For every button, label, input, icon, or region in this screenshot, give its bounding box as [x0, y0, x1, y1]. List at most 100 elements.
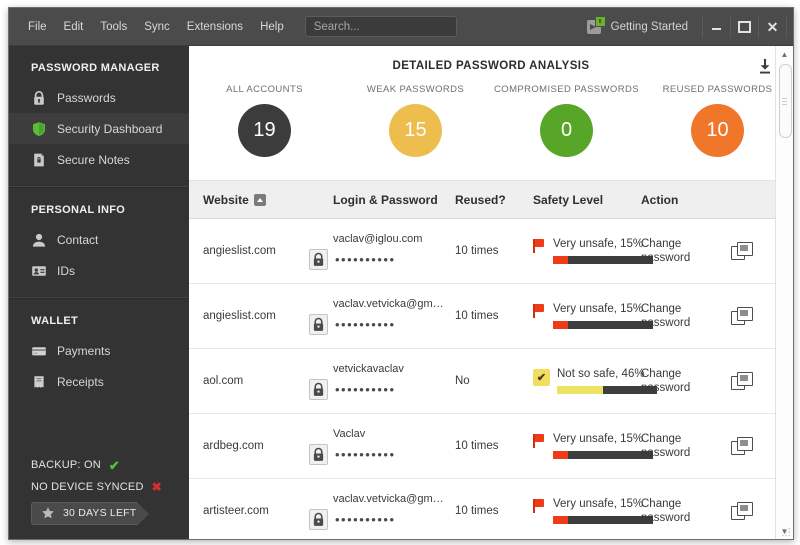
- close-button[interactable]: ✕: [758, 15, 787, 38]
- website-name: angieslist.com: [203, 310, 276, 322]
- cell-login-password: Vaclav ••••••••••: [309, 428, 455, 465]
- lock-icon[interactable]: [309, 508, 328, 530]
- minimize-button[interactable]: [702, 15, 730, 38]
- login-username: vaclav@iglou.com: [333, 232, 423, 245]
- cell-open: [731, 307, 776, 325]
- cell-open: [731, 372, 776, 390]
- cell-login-password: vaclav.vetvicka@gma... ••••••••••: [309, 493, 455, 530]
- scrollbar-thumb[interactable]: [779, 64, 792, 138]
- column-header-safety-level[interactable]: Safety Level: [533, 193, 641, 207]
- stat-caption: ALL ACCOUNTS: [226, 84, 303, 95]
- red-flag-icon: [533, 239, 546, 253]
- getting-started-button[interactable]: Getting Started: [586, 16, 688, 35]
- cell-reused: 10 times: [455, 310, 533, 322]
- menu-item-edit[interactable]: Edit: [57, 17, 91, 37]
- maximize-button[interactable]: [730, 15, 758, 38]
- cell-safety-level: Very unsafe, 15%: [533, 498, 653, 524]
- open-in-window-icon[interactable]: [731, 307, 753, 325]
- sidebar-item-contact[interactable]: Contact: [9, 224, 189, 255]
- cell-reused: 10 times: [455, 440, 533, 452]
- red-flag-icon: [533, 499, 546, 513]
- menu-item-extensions[interactable]: Extensions: [180, 17, 250, 37]
- cell-reused: 10 times: [455, 245, 533, 257]
- sidebar-item-label: Security Dashboard: [57, 121, 163, 136]
- sidebar: PASSWORD MANAGER Passwords Security Dash…: [9, 46, 189, 539]
- table-row[interactable]: angieslist.com vaclav@iglou.com ••••••••••…: [189, 219, 776, 284]
- menu-bar: File Edit Tools Sync Extensions Help: [21, 17, 291, 37]
- open-in-window-icon[interactable]: [731, 242, 753, 260]
- table-row[interactable]: artisteer.com vaclav.vetvicka@gma... •••••…: [189, 479, 776, 539]
- sidebar-item-security-dashboard[interactable]: Security Dashboard: [9, 113, 189, 144]
- page-title: DETAILED PASSWORD ANALYSIS: [392, 60, 590, 72]
- column-header-action[interactable]: Action: [641, 193, 731, 207]
- lock-icon[interactable]: [309, 443, 328, 465]
- resize-grip[interactable]: [782, 528, 791, 537]
- sidebar-item-payments[interactable]: Payments: [9, 335, 189, 366]
- id-card-icon: [32, 265, 46, 276]
- menu-item-sync[interactable]: Sync: [137, 17, 177, 37]
- yellow-check-icon: ✔: [533, 369, 550, 386]
- backup-on-icon: ✔: [108, 457, 120, 473]
- menu-item-help[interactable]: Help: [253, 17, 291, 37]
- menu-item-file[interactable]: File: [21, 17, 54, 37]
- stat-caption: COMPROMISED PASSWORDS: [494, 84, 639, 95]
- table-body: angieslist.com vaclav@iglou.com ••••••••••…: [189, 219, 793, 539]
- sidebar-footer: BACKUP: ON ✔ NO DEVICE SYNCED ✖ 30 DAYS …: [9, 459, 189, 540]
- trial-days-badge[interactable]: 30 DAYS LEFT: [31, 501, 149, 526]
- column-header-reused[interactable]: Reused?: [455, 193, 533, 207]
- lock-icon[interactable]: [309, 248, 328, 270]
- website-name: angieslist.com: [203, 245, 276, 257]
- safety-meter: Very unsafe, 15%: [553, 238, 653, 264]
- table-scrollbar[interactable]: ▲ ▼: [775, 46, 793, 539]
- sidebar-heading-password-manager: PASSWORD MANAGER: [31, 62, 160, 74]
- change-password-link[interactable]: Change password: [641, 303, 690, 329]
- change-password-link[interactable]: Change password: [641, 498, 690, 524]
- column-header-login-password[interactable]: Login & Password: [333, 193, 455, 207]
- safety-bar-fill: [553, 516, 568, 524]
- table-row[interactable]: ardbeg.com Vaclav •••••••••• 10 times Very u…: [189, 414, 776, 479]
- login-username: vaclav.vetvicka@gma...: [333, 297, 445, 310]
- safety-meter: Very unsafe, 15%: [553, 433, 653, 459]
- red-flag-icon: [533, 434, 546, 448]
- website-name: ardbeg.com: [203, 440, 264, 452]
- sidebar-item-secure-notes[interactable]: Secure Notes: [9, 144, 189, 175]
- reused-value: 10 times: [455, 440, 499, 452]
- titlebar-right: Getting Started ✕: [586, 8, 793, 45]
- cell-login-password: vetvickavaclav ••••••••••: [309, 363, 455, 400]
- trial-days-label: 30 DAYS LEFT: [63, 507, 137, 519]
- stat-weak-passwords: WEAK PASSWORDS 15: [340, 84, 491, 157]
- sidebar-item-receipts[interactable]: Receipts: [9, 366, 189, 397]
- cell-login-password: vaclav.vetvicka@gma... ••••••••••: [309, 297, 455, 335]
- change-password-link[interactable]: Change password: [641, 238, 690, 264]
- star-icon: [42, 507, 54, 519]
- lock-icon[interactable]: [309, 313, 328, 335]
- column-header-label: Website: [203, 192, 249, 207]
- cell-safety-level: Very unsafe, 15%: [533, 238, 653, 264]
- search-input[interactable]: Search...: [304, 16, 457, 37]
- open-in-window-icon[interactable]: [731, 372, 753, 390]
- sidebar-item-ids[interactable]: IDs: [9, 255, 189, 286]
- close-icon: ✕: [766, 18, 779, 35]
- open-in-window-icon[interactable]: [731, 502, 753, 520]
- change-password-link[interactable]: Change password: [641, 433, 690, 459]
- table-row[interactable]: aol.com vetvickavaclav •••••••••• No ✔ Not so…: [189, 349, 776, 414]
- stat-value-circle: 0: [540, 104, 593, 157]
- scroll-up-arrow[interactable]: ▲: [776, 46, 793, 62]
- password-mask: ••••••••••: [335, 316, 396, 332]
- sort-ascending-icon[interactable]: [253, 193, 266, 206]
- backup-status-label: BACKUP: ON: [31, 459, 101, 471]
- open-in-window-icon[interactable]: [731, 437, 753, 455]
- table-header: Website Login & Password Reused? Safety …: [189, 181, 793, 219]
- safety-bar-fill: [553, 256, 568, 264]
- reused-value: 10 times: [455, 310, 499, 322]
- sidebar-item-passwords[interactable]: Passwords: [9, 82, 189, 113]
- download-icon[interactable]: [755, 57, 775, 77]
- safety-label: Very unsafe, 15%: [553, 238, 644, 250]
- table-row[interactable]: angieslist.com vaclav.vetvicka@gma... ••••…: [189, 284, 776, 349]
- stat-value-circle: 10: [691, 104, 744, 157]
- menu-item-tools[interactable]: Tools: [93, 17, 134, 37]
- change-password-link[interactable]: Change password: [641, 368, 690, 394]
- sidebar-item-label: Payments: [57, 343, 111, 358]
- column-header-website[interactable]: Website: [189, 193, 333, 207]
- lock-icon[interactable]: [309, 378, 328, 400]
